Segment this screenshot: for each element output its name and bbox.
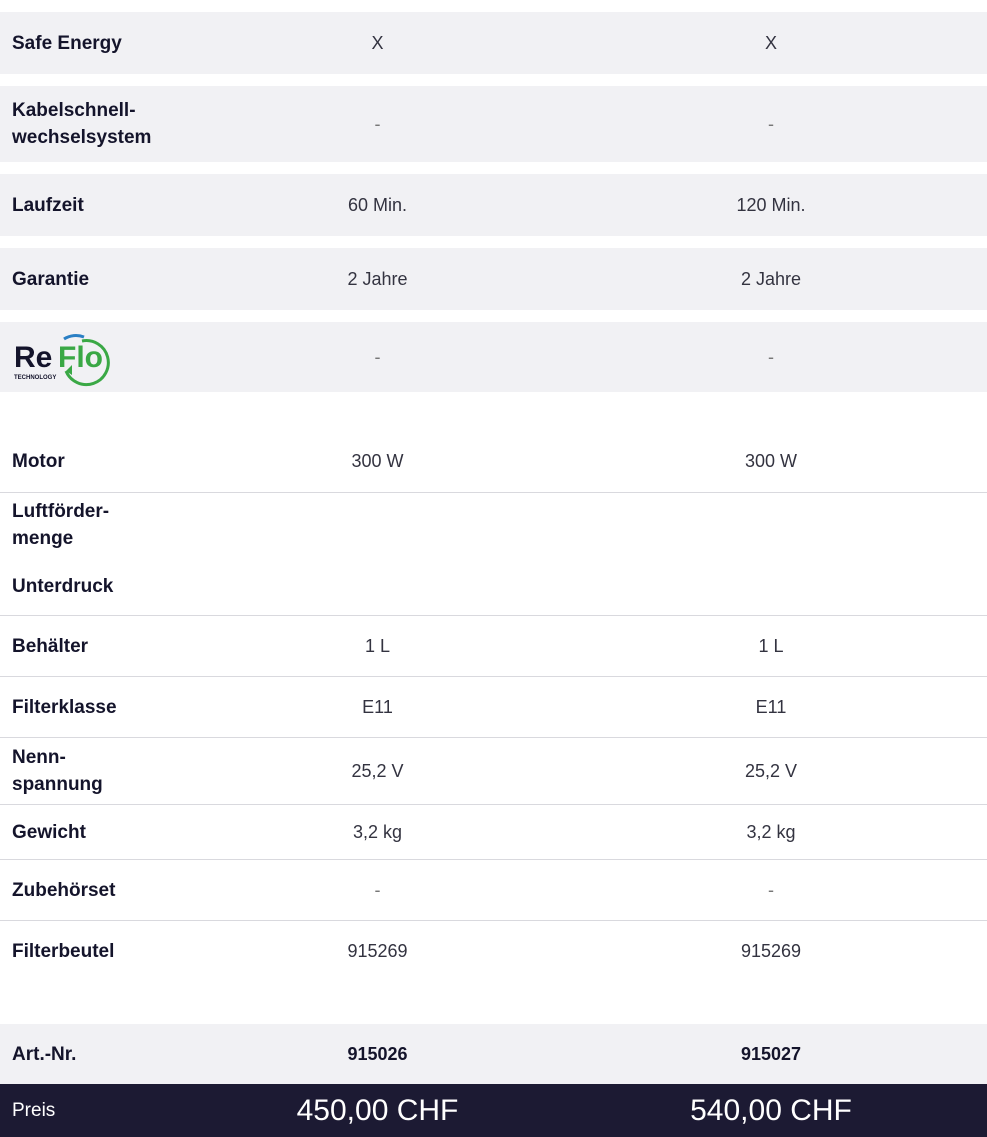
col1-value: 60 Min.	[347, 194, 408, 215]
col2-value: X	[764, 32, 777, 53]
svg-text:TECHNOLOGY: TECHNOLOGY	[14, 375, 56, 381]
feature-row-reflo: Re Flo TECHNOLOGY - -	[0, 322, 987, 392]
col2-value: 120 Min.	[736, 194, 806, 215]
spec-row-filterbeutel: Filterbeutel 915269 915269	[0, 921, 987, 981]
spec-row-zubehoerset: Zubehörset - -	[0, 860, 987, 921]
col1-value: 300 W	[351, 451, 404, 471]
svg-text:Flo: Flo	[58, 341, 103, 374]
feature-row-laufzeit: Laufzeit 60 Min. 120 Min.	[0, 174, 987, 236]
col2-value: -	[768, 113, 774, 134]
col1-value: 2 Jahre	[347, 268, 408, 289]
spec-row-nennspannung: Nenn- spannung 25,2 V 25,2 V	[0, 738, 987, 805]
col1-value: X	[371, 32, 384, 53]
col2-value: 300 W	[744, 451, 798, 471]
row-label: Unterdruck	[12, 575, 114, 597]
spec-row-filterklasse: Filterklasse E11 E11	[0, 677, 987, 738]
row-label: Zubehörset	[12, 879, 116, 901]
row-label: Filterklasse	[12, 696, 117, 718]
feature-row-kabelschnell: Kabelschnell- wechselsystem - -	[0, 86, 987, 162]
col1-value: E11	[362, 696, 393, 717]
col2-value: E11	[755, 696, 787, 717]
price-row: Preis 450,00 CHF 540,00 CHF	[0, 1084, 987, 1137]
spec-row-motor: Motor 300 W 300 W	[0, 431, 987, 493]
price-col1: 450,00 CHF	[296, 1093, 459, 1127]
col2-value: 1 L	[758, 635, 784, 656]
col1-value: 25,2 V	[351, 760, 404, 781]
product-comparison-table: Safe Energy X X Kabelschnell- wechselsys…	[0, 0, 987, 1137]
col1-value: -	[374, 113, 381, 134]
col2-value: 915269	[740, 940, 802, 961]
reflo-logo-icon: Re Flo TECHNOLOGY	[14, 334, 110, 387]
row-label: Safe Energy	[12, 32, 122, 54]
row-label: Motor	[12, 451, 65, 472]
feature-row-safe-energy: Safe Energy X X	[0, 12, 987, 74]
price-label: Preis	[12, 1100, 56, 1121]
svg-text:Re: Re	[14, 341, 52, 374]
col2-value: -	[768, 346, 774, 367]
article-label: Art.-Nr.	[12, 1043, 77, 1065]
col1-value: 1 L	[364, 635, 391, 656]
feature-section: Safe Energy X X Kabelschnell- wechselsys…	[0, 0, 987, 392]
row-label: Gewicht	[12, 821, 86, 843]
col1-value: 915269	[347, 940, 408, 961]
feature-row-garantie: Garantie 2 Jahre 2 Jahre	[0, 248, 987, 310]
col1-value: -	[374, 346, 381, 367]
spec-row-gewicht: Gewicht 3,2 kg 3,2 kg	[0, 805, 987, 860]
article-number-row: Art.-Nr. 915026 915027	[0, 1024, 987, 1084]
col2-value: 2 Jahre	[740, 268, 802, 289]
row-label: Luftförder- menge	[12, 501, 110, 549]
row-label: Kabelschnell- wechselsystem	[12, 100, 152, 148]
spec-row-luftfoerdermenge: Luftförder- menge	[0, 493, 987, 557]
article-number-col1: 915026	[347, 1043, 408, 1064]
row-label: Nenn- spannung	[12, 747, 103, 795]
col1-value: 3,2 kg	[352, 821, 403, 842]
price-col2: 540,00 CHF	[690, 1093, 852, 1127]
article-number-col2: 915027	[740, 1043, 802, 1064]
spec-row-behaelter: Behälter 1 L 1 L	[0, 616, 987, 677]
spec-section: Motor 300 W 300 W Luftförder- menge Unte…	[0, 431, 987, 981]
col1-value: -	[374, 879, 381, 900]
row-label: Laufzeit	[12, 194, 84, 216]
col2-value: 3,2 kg	[746, 821, 796, 842]
row-label: Filterbeutel	[12, 940, 115, 962]
row-label: Behälter	[12, 635, 89, 657]
spec-row-unterdruck: Unterdruck	[0, 557, 987, 616]
col2-value: 25,2 V	[744, 760, 798, 781]
col2-value: -	[768, 879, 774, 900]
row-label: Garantie	[12, 268, 90, 290]
reflo-logo: Re Flo TECHNOLOGY	[0, 324, 200, 390]
